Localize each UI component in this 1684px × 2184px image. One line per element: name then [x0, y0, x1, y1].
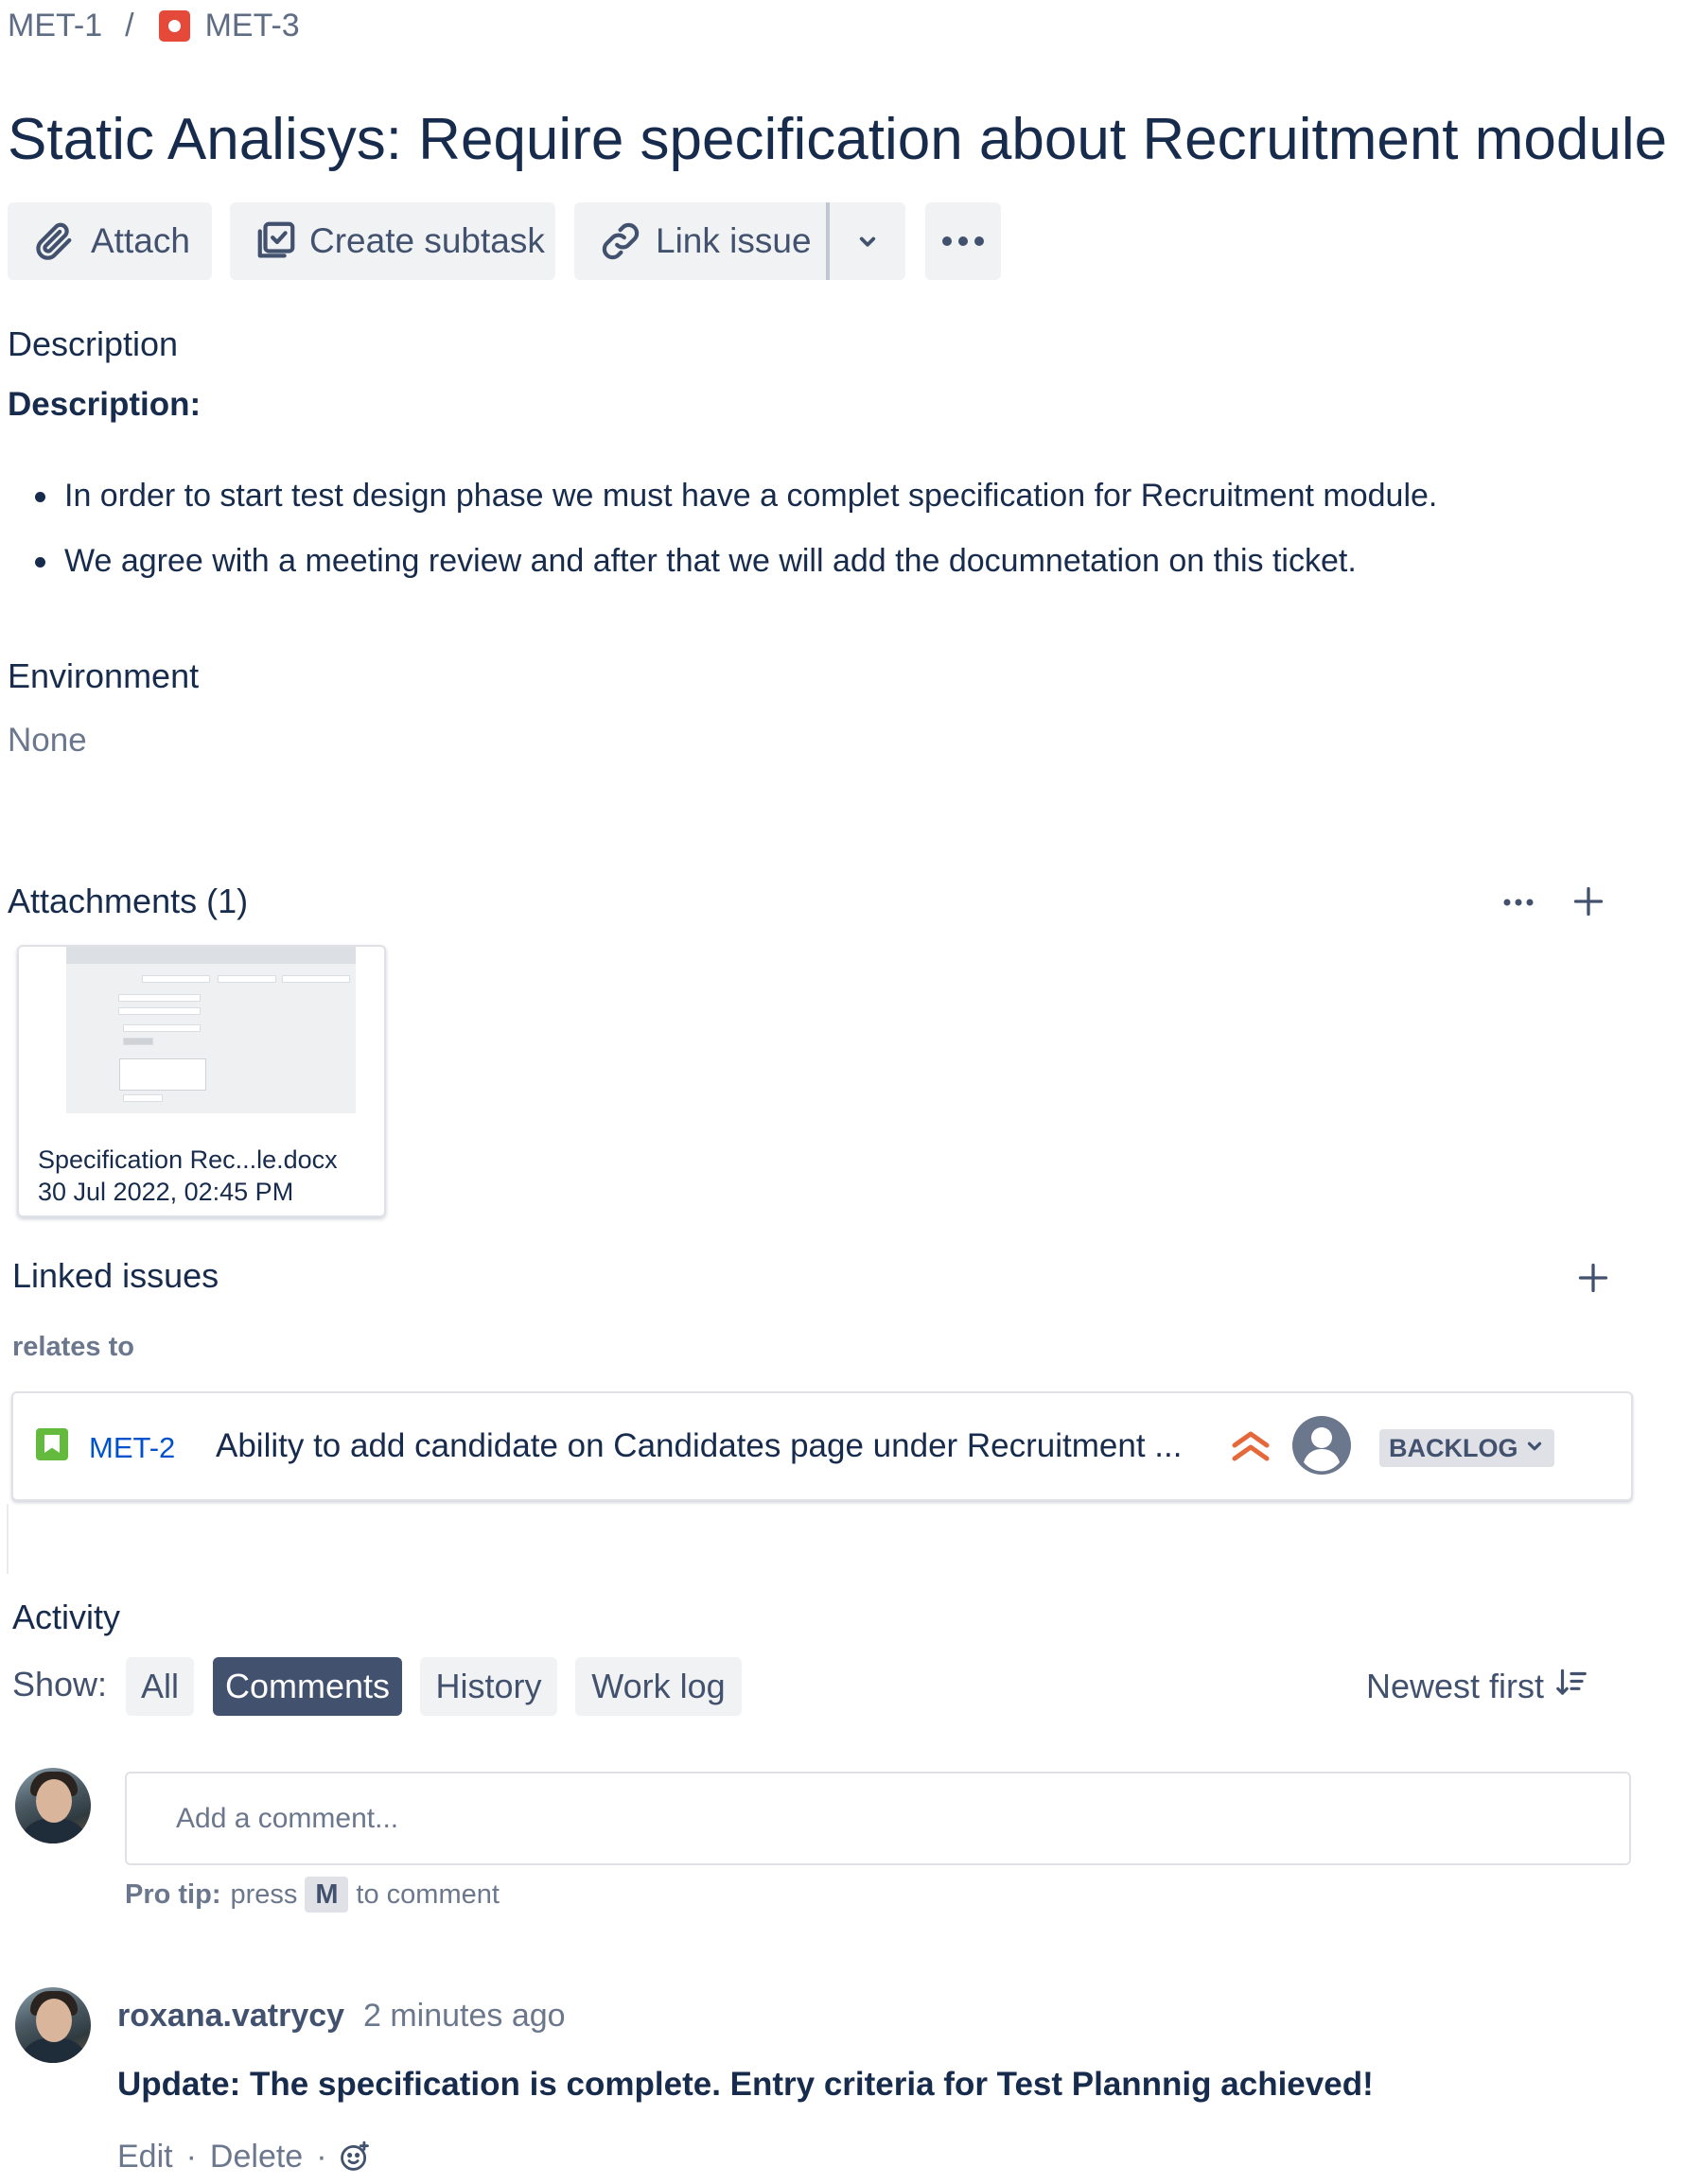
breadcrumb-current[interactable]: MET-3 — [205, 8, 300, 44]
plus-icon — [1576, 1261, 1610, 1300]
create-subtask-label: Create subtask — [309, 221, 545, 260]
filter-history-button[interactable]: History — [420, 1657, 557, 1716]
more-icon — [1502, 895, 1535, 912]
highest-priority-icon — [1230, 1427, 1272, 1470]
attach-button[interactable]: Attach — [8, 202, 212, 280]
pro-tip: Pro tip: press M to comment — [125, 1873, 500, 1916]
linked-issue-row[interactable]: MET-2 Ability to add candidate on Candid… — [11, 1391, 1633, 1501]
subtask-icon — [254, 219, 298, 263]
linked-issue-key[interactable]: MET-2 — [89, 1431, 175, 1465]
action-separator: · — [316, 2138, 327, 2175]
attachment-date: 30 Jul 2022, 02:45 PM — [38, 1178, 294, 1206]
description-bullet: We agree with a meeting review and after… — [28, 529, 1437, 594]
pro-tip-suffix: to comment — [356, 1878, 500, 1910]
attachments-label: Attachments (1) — [8, 882, 249, 920]
link-icon — [599, 219, 642, 263]
chevron-down-icon — [1524, 1434, 1545, 1463]
attachment-thumbnail — [66, 947, 356, 1113]
breadcrumb-separator: / — [125, 7, 134, 44]
comment-body: Update: The specification is complete. E… — [117, 2066, 1374, 2103]
story-icon — [36, 1428, 68, 1460]
pro-tip-key: M — [305, 1877, 349, 1913]
activity-label: Activity — [12, 1598, 121, 1636]
add-linked-issue-button[interactable] — [1570, 1256, 1617, 1303]
comment-actions: Edit · Delete · — [117, 2136, 371, 2177]
environment-label: Environment — [8, 656, 200, 695]
attachment-name: Specification Rec...le.docx — [38, 1145, 338, 1174]
current-user-avatar — [15, 1768, 91, 1843]
breadcrumb-parent[interactable]: MET-1 — [8, 8, 102, 44]
linked-issues-label: Linked issues — [12, 1256, 219, 1295]
pro-tip-press: press — [230, 1878, 298, 1910]
linked-issue-summary[interactable]: Ability to add candidate on Candidates p… — [216, 1427, 1182, 1465]
description-bullet: In order to start test design phase we m… — [28, 463, 1437, 529]
status-badge[interactable]: BACKLOG — [1379, 1429, 1554, 1467]
show-label: Show: — [12, 1665, 108, 1704]
paperclip-icon — [32, 219, 76, 263]
filter-comments-button[interactable]: Comments — [213, 1657, 402, 1716]
environment-value[interactable]: None — [8, 722, 87, 760]
add-attachment-button[interactable] — [1565, 880, 1612, 927]
issue-title[interactable]: Static Analisys: Require specification a… — [8, 106, 1667, 173]
add-reaction-icon[interactable] — [339, 2140, 371, 2173]
comment-delete-link[interactable]: Delete — [210, 2139, 303, 2175]
attachment-card[interactable]: Specification Rec...le.docx 30 Jul 2022,… — [17, 945, 386, 1217]
description-section-label: Description — [8, 324, 179, 363]
comment-time[interactable]: 2 minutes ago — [363, 1998, 566, 2035]
sort-button[interactable]: Newest first — [1366, 1657, 1589, 1716]
sort-label: Newest first — [1366, 1667, 1545, 1705]
status-label: BACKLOG — [1389, 1433, 1518, 1462]
comment-author[interactable]: roxana.vatrycy — [117, 1998, 344, 2035]
attachments-more-button[interactable] — [1495, 884, 1542, 922]
description-heading: Description: — [8, 386, 202, 423]
link-relation-label: relates to — [12, 1332, 134, 1362]
sort-icon — [1553, 1665, 1589, 1709]
breadcrumb: MET-1 / MET-3 — [8, 0, 300, 51]
more-actions-button[interactable] — [925, 202, 1001, 280]
filter-all-button[interactable]: All — [126, 1657, 194, 1716]
action-separator: · — [185, 2138, 197, 2175]
create-subtask-button[interactable]: Create subtask — [230, 202, 555, 280]
filter-worklog-button[interactable]: Work log — [575, 1657, 742, 1716]
comment-edit-link[interactable]: Edit — [117, 2139, 173, 2175]
section-divider — [7, 1504, 9, 1574]
comment-input[interactable]: Add a comment... — [125, 1772, 1631, 1865]
comment-author-avatar[interactable] — [15, 1987, 91, 2063]
bug-icon — [158, 9, 190, 42]
link-issue-button[interactable]: Link issue — [574, 202, 826, 280]
plus-icon — [1571, 884, 1605, 923]
pro-tip-prefix: Pro tip: — [125, 1878, 221, 1910]
link-issue-label: Link issue — [656, 221, 812, 260]
more-icon — [939, 235, 987, 248]
description-list[interactable]: In order to start test design phase we m… — [28, 463, 1437, 594]
chevron-down-icon — [853, 227, 882, 255]
link-issue-dropdown[interactable] — [830, 202, 905, 280]
attach-label: Attach — [91, 221, 190, 260]
assignee-avatar-icon — [1292, 1416, 1351, 1479]
